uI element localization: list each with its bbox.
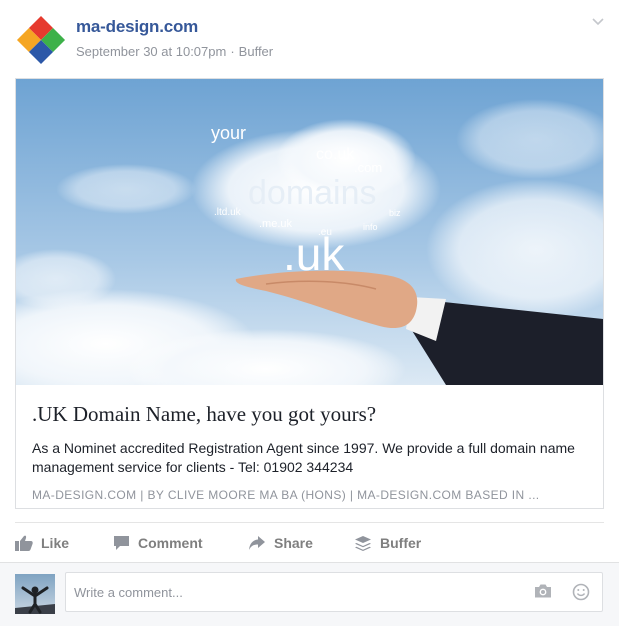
- post-action-bar: Like Comment Share Buffer: [15, 522, 604, 563]
- facebook-post: ma-design.com September 30 at 10:07pm · Bu…: [0, 0, 619, 626]
- link-title[interactable]: .UK Domain Name, have you got yours?: [32, 402, 376, 427]
- share-icon: [249, 536, 265, 550]
- buffer-button[interactable]: Buffer: [354, 523, 421, 563]
- comment-button[interactable]: Comment: [113, 523, 203, 563]
- link-preview-text[interactable]: .UK Domain Name, have you got yours? As …: [16, 385, 603, 508]
- like-button[interactable]: Like: [15, 523, 69, 563]
- image-word-couk: co.uk: [316, 146, 355, 163]
- image-word-domains: domains: [248, 174, 377, 212]
- image-word-your: your: [211, 123, 246, 143]
- smiley-icon[interactable]: [572, 583, 590, 601]
- page-avatar-logo[interactable]: [15, 14, 67, 66]
- link-preview-image[interactable]: your co.uk .com domains .ltd.uk .me.uk .…: [16, 79, 603, 385]
- comment-label: Comment: [138, 535, 203, 551]
- like-label: Like: [41, 535, 70, 551]
- post-timestamp[interactable]: September 30 at 10:07pm: [76, 44, 226, 59]
- comment-icon: [114, 536, 129, 550]
- image-word-uk: .uk: [283, 228, 345, 280]
- link-description: As a Nominet accredited Registration Age…: [32, 440, 575, 475]
- comment-placeholder: Write a comment...: [74, 585, 183, 600]
- chevron-down-icon[interactable]: [591, 14, 605, 28]
- page-name-link[interactable]: ma-design.com: [76, 17, 198, 37]
- meta-separator: ·: [230, 44, 235, 59]
- image-word-ltduk: .ltd.uk: [214, 207, 242, 218]
- like-icon: [15, 535, 33, 551]
- image-word-biz: biz: [389, 208, 401, 218]
- user-avatar[interactable]: [15, 574, 55, 614]
- share-button[interactable]: Share: [248, 523, 313, 563]
- post-source[interactable]: Buffer: [239, 44, 273, 59]
- comment-composer: Write a comment...: [0, 562, 619, 626]
- post-meta: September 30 at 10:07pm · Buffer: [76, 44, 273, 59]
- camera-icon[interactable]: [534, 583, 552, 599]
- image-word-info: info: [363, 222, 378, 232]
- buffer-icon: [355, 535, 371, 551]
- image-word-com: .com: [354, 160, 382, 175]
- share-label: Share: [274, 535, 313, 551]
- buffer-label: Buffer: [380, 535, 422, 551]
- comment-input[interactable]: Write a comment...: [65, 572, 603, 612]
- link-preview-card[interactable]: your co.uk .com domains .ltd.uk .me.uk .…: [15, 78, 604, 509]
- link-domain: MA-DESIGN.COM | BY CLIVE MOORE MA BA (HO…: [32, 488, 540, 502]
